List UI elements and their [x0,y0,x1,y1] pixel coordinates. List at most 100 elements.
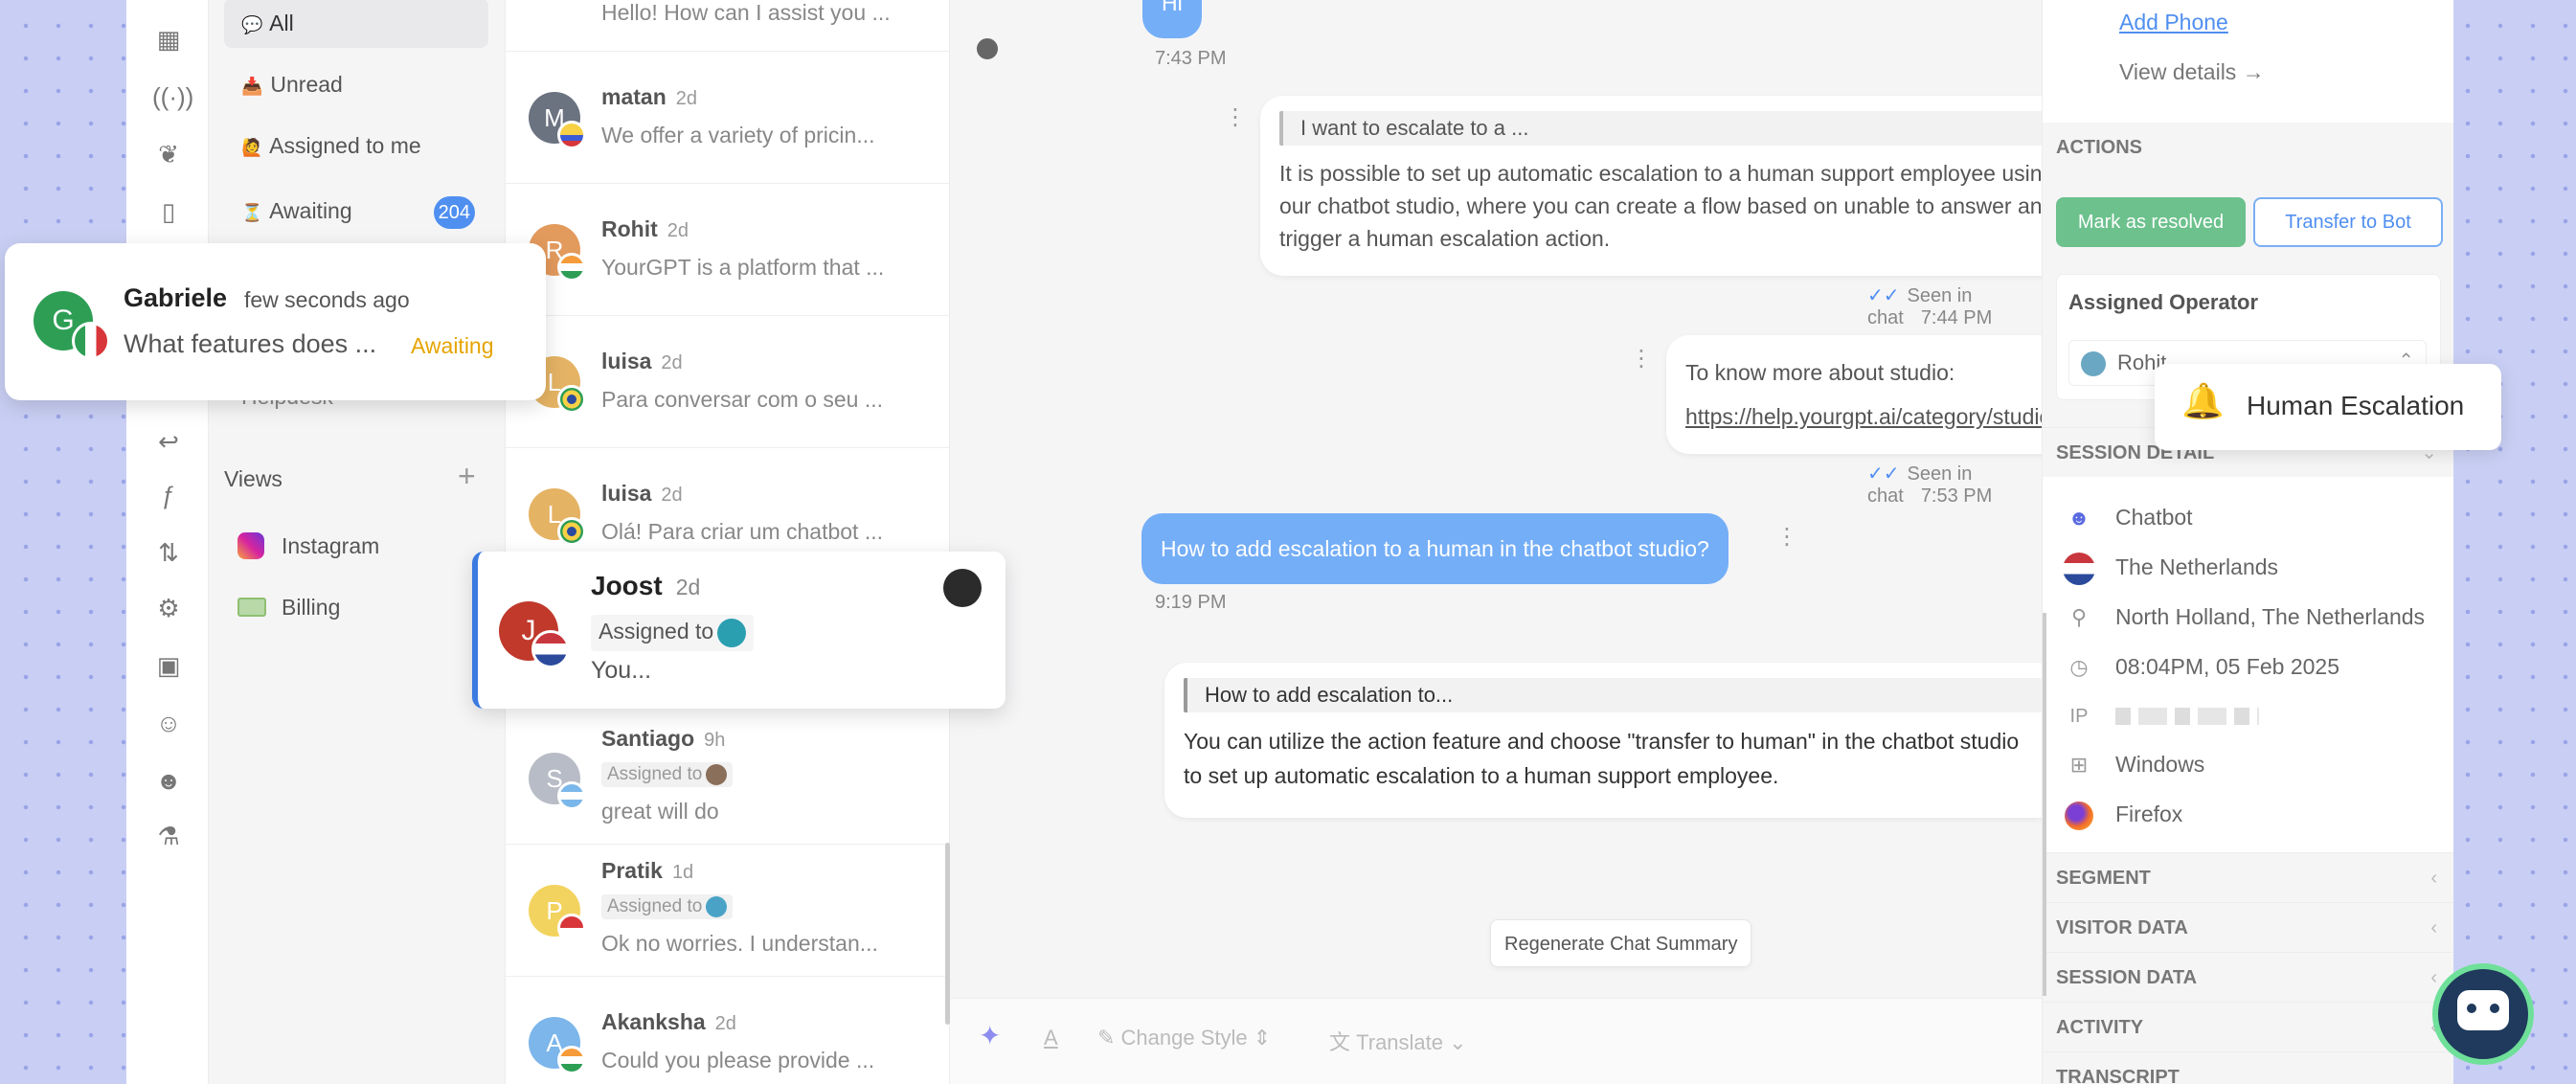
clock-icon: ◷ [2069,655,2089,679]
book-icon[interactable]: ▯ [152,195,185,228]
section-title: VISITOR DATA [2056,917,2188,938]
segment-header[interactable]: SEGMENT ‹ [2043,852,2453,902]
conversation-preview: We offer a variety of pricin... [601,123,875,147]
flag-icon [557,385,586,414]
contact-name: Akanksha [601,1009,706,1034]
conversation-item[interactable]: S Santiago 9h Assigned to great will do [506,712,950,845]
conversation-name: luisa 2d [601,349,683,374]
nav-item-assigned-to-me[interactable]: 🙋 Assigned to me [224,121,488,170]
contact-name: luisa [601,481,652,506]
message-status: ✓✓ Seen in chat 7:53 PM [1867,462,2042,508]
broadcast-icon[interactable]: ((·)) [152,80,193,113]
user-check-icon[interactable]: ☺ [152,707,185,739]
conversation-item[interactable]: Hello! How can I assist you ... [506,0,950,52]
message-time: 9:19 PM [1155,592,1227,613]
translate-button[interactable]: 文 Translate ⌄ [1329,1026,1467,1056]
conversation-preview: Para conversar com o seu ... [601,387,884,412]
message-text: To know more about studio: [1685,360,1955,385]
conversation-item[interactable]: M matan 2d We offer a variety of pricin..… [506,52,950,184]
contact-name: luisa [601,349,652,373]
assigned-tag: Assigned to [591,615,755,651]
conversation-item[interactable]: R Rohit 2d YourGPT is a platform that ... [506,184,950,316]
raised-hand-icon: 🙋 [241,138,263,157]
activity-header[interactable]: ACTIVITY‹ [2043,1002,2453,1051]
double-check-icon: ✓✓ [1867,285,1900,306]
conversation-preview: Ok no worries. I understan... [601,931,878,956]
view-item-label: Billing [282,595,341,620]
gear-icon[interactable]: ⚙ [152,592,185,624]
panel-resize-handle[interactable] [2043,613,2046,996]
transcript-header[interactable]: TRANSCRIPT [2043,1051,2453,1084]
conversation-item[interactable]: L luisa 2d Para conversar com o seu ... [506,316,950,448]
reply-icon[interactable]: ↩ [152,425,185,458]
new-message-toast[interactable]: G Gabriele few seconds ago What features… [5,243,546,400]
flag-icon [557,517,586,546]
robot-eye [2490,1004,2499,1013]
ip-label: IP [2069,706,2089,727]
conversation-name: Rohit 2d [601,216,689,242]
visitor-data-header[interactable]: VISITOR DATA ‹ [2043,902,2453,952]
message-menu-icon[interactable]: ⋮ [1224,106,1247,129]
users-icon[interactable]: ☻ [152,764,185,797]
transfer-to-bot-button[interactable]: Transfer to Bot [2253,197,2443,247]
conversation-item[interactable]: A Akanksha 2d Could you please provide ..… [506,977,950,1084]
robot-icon [2457,990,2509,1030]
workflow-icon[interactable]: ⇅ [152,536,185,569]
view-details-link[interactable]: View details → [2119,59,2265,85]
nav-item-awaiting[interactable]: ⏳ Awaiting 204 [224,186,488,236]
flag-icon [2060,549,2098,587]
detail-value: Chatbot [2115,505,2193,530]
nav-item-unread[interactable]: 📥 Unread [224,59,488,109]
add-phone-link[interactable]: Add Phone [2119,10,2228,35]
message-status: ✓✓ Seen in chat 7:44 PM [1867,283,2042,329]
function-icon[interactable]: ƒ [152,479,185,511]
firefox-icon [2060,796,2098,834]
text-format-icon[interactable]: A [1044,1026,1058,1050]
sparkle-icon[interactable]: ✦ [979,1020,1001,1051]
studio-help-link[interactable]: https://help.yourgpt.ai/category/studio [1685,395,2080,439]
detail-row: ◷ 08:04PM, 05 Feb 2025 [2060,647,2339,687]
flask-icon[interactable]: ⚗ [152,820,185,852]
bot-launcher-button[interactable] [2432,963,2534,1065]
composer-toolbar: ✦ A ✎ Change Style ⇕ 文 Translate ⌄ [950,998,2042,1084]
add-view-button[interactable]: + [458,461,476,491]
operator-avatar [2081,351,2106,376]
conversation-name: matan 2d [601,84,697,110]
conversation-time: 2d [714,1013,736,1034]
section-title: ACTIVITY [2056,1017,2144,1038]
detail-row: ☻ Chatbot [2060,498,2193,537]
nav-item-label: All [269,11,294,35]
session-data-header[interactable]: SESSION DATA ‹ [2043,952,2453,1002]
windows-icon: ⊞ [2069,753,2089,777]
message-menu-icon[interactable]: ⋮ [1630,348,1653,371]
bell-icon: 🔔 [2181,381,2225,420]
message-time: 7:43 PM [1155,48,1227,69]
view-item-instagram[interactable]: Instagram [224,521,488,571]
detail-value: Firefox [2115,802,2183,826]
actions-header: ACTIONS [2043,123,2453,172]
dashboard-icon[interactable]: ▦ [152,23,185,56]
operator-avatar [706,764,728,785]
message-menu-icon[interactable]: ⋮ [1775,526,1798,549]
regenerate-summary-button[interactable]: Regenerate Chat Summary [1490,919,1752,967]
nav-item-all[interactable]: 💬 All [224,0,488,48]
dragged-conversation-card[interactable]: J Joost 2d Assigned to You... [472,552,1006,709]
chevron-left-icon: ‹ [2430,917,2437,938]
user-message-bubble: How to add escalation to a human in the … [1141,513,1729,584]
robot-icon[interactable]: ▣ [152,649,185,682]
icon-rail: ▦ ((·)) ❦ ▯ ↩ ƒ ⇅ ⚙ ▣ ☺ ☻ ⚗ [126,0,209,1084]
inbox-nav: 💬 All 📥 Unread 🙋 Assigned to me ⏳ Awaiti… [209,0,506,1084]
contact-name: matan [601,84,667,109]
detail-row: ⊞ Windows [2060,745,2205,784]
nav-item-label: Awaiting [269,198,352,223]
visitor-avatar-icon [971,33,1004,65]
conversation-item[interactable]: P Pratik 1d Assigned to Ok no worries. I … [506,845,950,977]
ip-redacted [2115,707,2259,725]
brain-icon[interactable]: ❦ [152,138,185,170]
mark-resolved-button[interactable]: Mark as resolved [2056,197,2246,247]
bot-message-bubble: How to add escalation to... You can util… [1164,663,2061,818]
view-item-billing[interactable]: Billing [224,582,488,632]
change-style-button[interactable]: ✎ Change Style ⇕ [1097,1026,1271,1050]
human-escalation-popup[interactable]: 🔔 Human Escalation [2155,364,2501,450]
conversation-time: 2d [675,575,701,599]
